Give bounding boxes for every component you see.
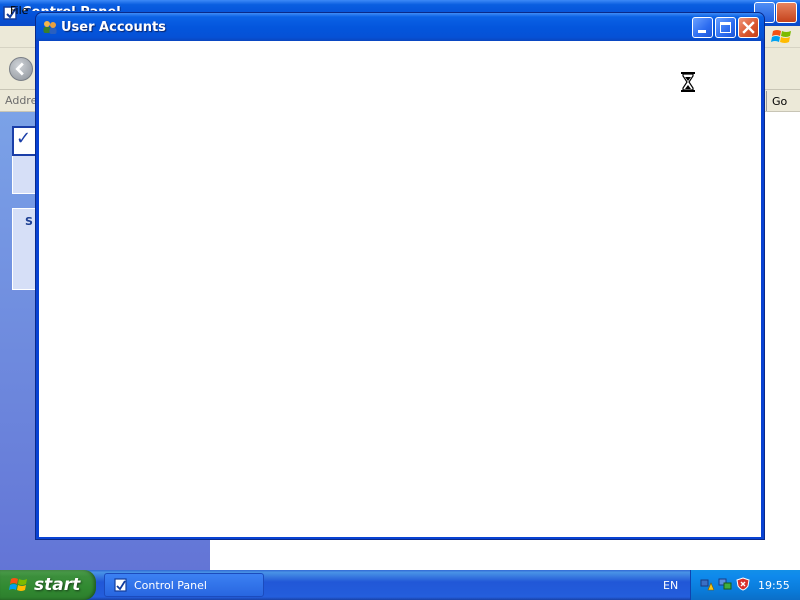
user-accounts-title: User Accounts <box>61 20 166 35</box>
task-pane-heading: S <box>25 215 33 228</box>
maximize-icon <box>720 22 731 33</box>
user-accounts-content <box>39 41 761 537</box>
go-button-label: Go <box>772 95 788 108</box>
user-accounts-window: User Accounts <box>35 12 765 540</box>
check-mark-icon: ✓ <box>16 128 32 149</box>
user-accounts-title-bar[interactable]: User Accounts <box>36 13 764 41</box>
maximize-button[interactable] <box>715 17 736 38</box>
network-icon[interactable] <box>718 577 732 591</box>
clock[interactable]: 19:55 <box>758 579 790 592</box>
menu-file[interactable]: File <box>10 4 28 17</box>
hourglass-icon <box>681 72 695 92</box>
address-label: Addre <box>5 94 38 107</box>
network-warning-icon[interactable] <box>700 577 714 591</box>
minimize-button[interactable] <box>692 17 713 38</box>
security-shield-icon[interactable] <box>736 577 750 591</box>
windows-logo-icon <box>771 30 791 43</box>
language-indicator[interactable]: EN <box>663 579 678 592</box>
close-button[interactable] <box>738 17 759 38</box>
start-label: start <box>34 575 81 595</box>
user-accounts-icon <box>43 21 57 34</box>
close-icon <box>742 21 755 34</box>
minimize-icon <box>698 30 706 33</box>
control-panel-icon <box>114 578 127 592</box>
control-panel-close-button[interactable] <box>776 2 797 23</box>
windows-flag-icon <box>9 578 27 591</box>
taskbar-item-label: Control Panel <box>134 579 207 592</box>
back-arrow-icon[interactable] <box>9 57 33 81</box>
